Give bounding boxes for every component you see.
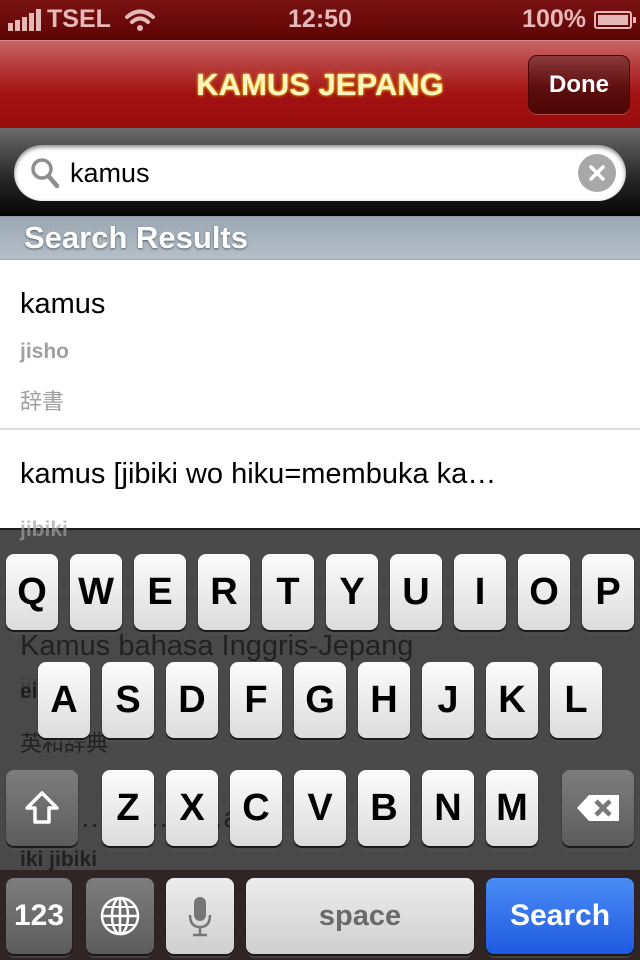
key-d[interactable]: D [166, 662, 218, 738]
result-reading: jibiki [20, 518, 68, 541]
result-title: kamus [20, 288, 106, 320]
key-v[interactable]: V [294, 770, 346, 846]
shift-icon [25, 791, 59, 824]
dictation-key[interactable] [166, 878, 234, 954]
space-key[interactable]: space [246, 878, 474, 954]
search-bar: kamus [0, 128, 640, 216]
key-w[interactable]: W [70, 554, 122, 630]
key-p[interactable]: P [582, 554, 634, 630]
navigation-bar: KAMUS JEPANG Done [0, 40, 640, 128]
key-k[interactable]: K [486, 662, 538, 738]
key-c[interactable]: C [230, 770, 282, 846]
key-g[interactable]: G [294, 662, 346, 738]
key-s[interactable]: S [102, 662, 154, 738]
key-y[interactable]: Y [326, 554, 378, 630]
delete-key[interactable] [562, 770, 634, 846]
key-h[interactable]: H [358, 662, 410, 738]
result-reading: iki jibiki [20, 848, 98, 871]
globe-icon [100, 896, 140, 936]
key-x[interactable]: X [166, 770, 218, 846]
result-title: Kamus bahasa Inggris-Jepang [20, 630, 414, 662]
key-u[interactable]: U [390, 554, 442, 630]
status-bar: TSEL 12:50 100% [0, 0, 640, 40]
search-icon [31, 158, 60, 189]
done-button[interactable]: Done [528, 55, 630, 114]
key-o[interactable]: O [518, 554, 570, 630]
globe-key[interactable] [86, 878, 154, 954]
key-t[interactable]: T [262, 554, 314, 630]
keyboard: jibiki Kamus bahasa Inggris-Jepang ei…t…… [0, 518, 640, 960]
key-m[interactable]: M [486, 770, 538, 846]
result-kanji: 辞書 [20, 389, 65, 414]
battery-icon [594, 10, 636, 29]
section-header: Search Results [0, 216, 640, 260]
numbers-key[interactable]: 123 [6, 878, 72, 954]
key-i[interactable]: I [454, 554, 506, 630]
clear-search-button[interactable] [578, 154, 616, 192]
search-key[interactable]: Search [486, 878, 634, 954]
key-q[interactable]: Q [6, 554, 58, 630]
search-input[interactable]: kamus [14, 145, 626, 201]
list-item[interactable]: kamus jisho 辞書 [0, 260, 640, 430]
battery-percent: 100% [522, 5, 586, 33]
clear-icon [589, 165, 605, 181]
key-n[interactable]: N [422, 770, 474, 846]
key-b[interactable]: B [358, 770, 410, 846]
shift-key[interactable] [6, 770, 78, 846]
key-a[interactable]: A [38, 662, 90, 738]
key-f[interactable]: F [230, 662, 282, 738]
key-e[interactable]: E [134, 554, 186, 630]
delete-icon [577, 795, 619, 821]
result-reading: jisho [20, 340, 70, 363]
result-title: kamus [jibiki wo hiku=membuka ka… [20, 458, 497, 490]
key-l[interactable]: L [550, 662, 602, 738]
search-query[interactable]: kamus [70, 158, 150, 189]
key-r[interactable]: R [198, 554, 250, 630]
key-z[interactable]: Z [102, 770, 154, 846]
microphone-icon [188, 897, 212, 937]
key-j[interactable]: J [422, 662, 474, 738]
